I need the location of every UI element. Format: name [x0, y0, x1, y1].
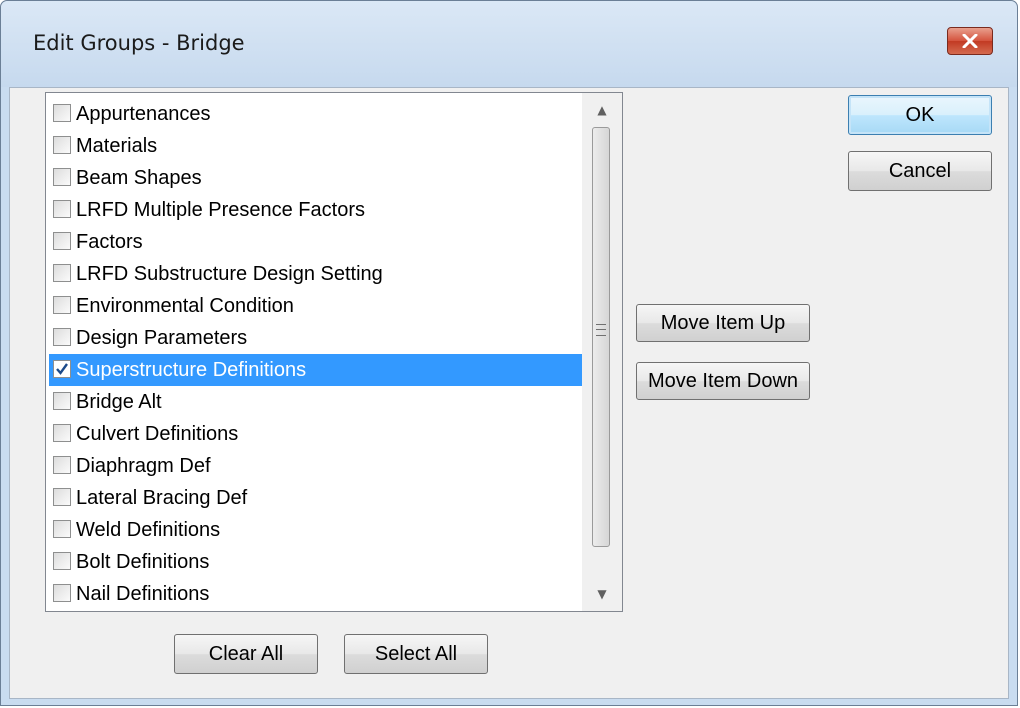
list-item[interactable]: Culvert Definitions [49, 418, 582, 450]
list-item[interactable]: Bolt Definitions [49, 546, 582, 578]
checkbox[interactable] [53, 488, 71, 506]
list-item-label: Bridge Alt [76, 391, 162, 413]
checkbox[interactable] [53, 264, 71, 282]
list-item-label: Environmental Condition [76, 295, 294, 317]
list-item[interactable]: Superstructure Definitions [49, 354, 582, 386]
list-item[interactable]: Materials [49, 130, 582, 162]
scroll-up-arrow-icon[interactable]: ▲ [582, 93, 622, 127]
list-item[interactable]: LRFD Multiple Presence Factors [49, 194, 582, 226]
checkbox[interactable] [53, 232, 71, 250]
title-bar[interactable]: Edit Groups - Bridge [1, 1, 1017, 87]
dialog-client-area: Appurtenances Materials Beam Shapes LRFD Mu… [9, 87, 1009, 699]
checkmark-icon [56, 363, 68, 375]
list-item-label: Diaphragm Def [76, 455, 211, 477]
checkbox[interactable] [53, 328, 71, 346]
list-item-label: Bolt Definitions [76, 551, 210, 573]
list-item-label: Beam Shapes [76, 167, 202, 189]
close-icon [962, 34, 978, 48]
scroll-down-arrow-icon[interactable]: ▼ [582, 577, 622, 611]
list-item-label: Lateral Bracing Def [76, 487, 248, 509]
close-button[interactable] [947, 27, 993, 55]
checkbox[interactable] [53, 104, 71, 122]
list-item[interactable]: Weld Definitions [49, 514, 582, 546]
checkbox[interactable] [53, 424, 71, 442]
checkbox[interactable] [53, 360, 71, 378]
checkbox[interactable] [53, 584, 71, 602]
list-item-label: Weld Definitions [76, 519, 221, 541]
list-item[interactable]: Appurtenances [49, 98, 582, 130]
list-item[interactable]: Beam Shapes [49, 162, 582, 194]
list-item-label: Appurtenances [76, 103, 211, 125]
window-title: Edit Groups - Bridge [33, 31, 245, 55]
list-item-label: Design Parameters [76, 327, 248, 349]
checkbox[interactable] [53, 456, 71, 474]
list-item-label: LRFD Substructure Design Setting [76, 263, 383, 285]
list-item[interactable]: Nail Definitions [49, 578, 582, 610]
move-item-down-button[interactable]: Move Item Down [636, 362, 810, 400]
groups-list-items: Appurtenances Materials Beam Shapes LRFD Mu… [49, 98, 582, 610]
vertical-scrollbar[interactable]: ▲ ▼ [582, 93, 622, 611]
scroll-grip-icon [596, 324, 606, 336]
list-item[interactable]: Design Parameters [49, 322, 582, 354]
clear-all-button[interactable]: Clear All [174, 634, 318, 674]
select-all-button[interactable]: Select All [344, 634, 488, 674]
cancel-button[interactable]: Cancel [848, 151, 992, 191]
move-item-up-button[interactable]: Move Item Up [636, 304, 810, 342]
list-item-label: Culvert Definitions [76, 423, 239, 445]
list-item-label: Superstructure Definitions [76, 359, 307, 381]
list-item[interactable]: Environmental Condition [49, 290, 582, 322]
checkbox[interactable] [53, 392, 71, 410]
list-item[interactable]: LRFD Substructure Design Setting [49, 258, 582, 290]
checkbox[interactable] [53, 520, 71, 538]
groups-checklist[interactable]: Appurtenances Materials Beam Shapes LRFD Mu… [45, 92, 623, 612]
checkbox[interactable] [53, 200, 71, 218]
scroll-thumb[interactable] [592, 127, 610, 547]
list-item-label: LRFD Multiple Presence Factors [76, 199, 365, 221]
checkbox[interactable] [53, 552, 71, 570]
list-item-label: Nail Definitions [76, 583, 210, 605]
list-item[interactable]: Lateral Bracing Def [49, 482, 582, 514]
edit-groups-dialog: Edit Groups - Bridge Appurtenances Materi… [0, 0, 1018, 706]
list-item[interactable]: Factors [49, 226, 582, 258]
list-item[interactable]: Diaphragm Def [49, 450, 582, 482]
checkbox[interactable] [53, 168, 71, 186]
checkbox[interactable] [53, 296, 71, 314]
list-item-label: Factors [76, 231, 143, 253]
ok-button[interactable]: OK [848, 95, 992, 135]
checkbox[interactable] [53, 136, 71, 154]
list-item[interactable]: Bridge Alt [49, 386, 582, 418]
list-item-label: Materials [76, 135, 158, 157]
